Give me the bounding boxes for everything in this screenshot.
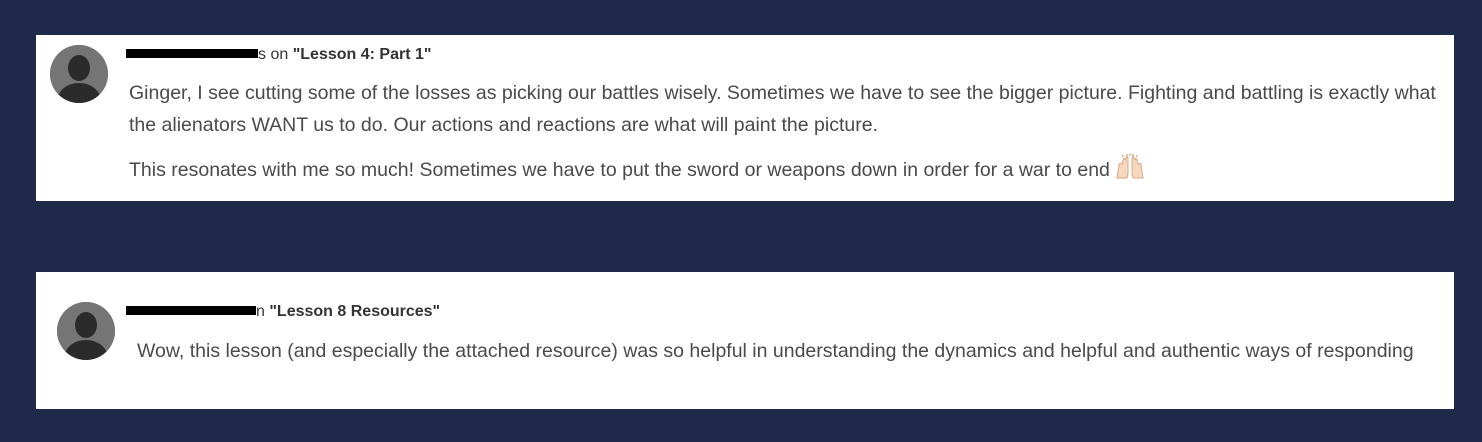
comment-paragraph: Ginger, I see cutting some of the losses… — [129, 82, 1436, 136]
lesson-link[interactable]: "Lesson 8 Resources" — [269, 303, 440, 320]
author-name-suffix: n — [256, 303, 270, 320]
comment-card: n "Lesson 8 Resources" Wow, this lesson … — [36, 272, 1454, 409]
author-name-suffix: s on — [258, 46, 293, 63]
avatar[interactable] — [57, 302, 115, 360]
user-silhouette-icon — [50, 45, 108, 103]
comment-header: n "Lesson 8 Resources" — [126, 302, 440, 322]
raising-hands-emoji-icon — [1114, 153, 1146, 190]
lesson-link[interactable]: "Lesson 4: Part 1" — [293, 46, 432, 63]
comment-header: s on "Lesson 4: Part 1" — [126, 45, 431, 65]
user-silhouette-icon — [57, 302, 115, 360]
comment-card: s on "Lesson 4: Part 1" Ginger, I see cu… — [36, 35, 1454, 201]
author-name-redacted[interactable] — [126, 49, 258, 59]
comment-paragraph: This resonates with me so much! Sometime… — [129, 153, 1447, 190]
comment-paragraph-text: This resonates with me so much! Sometime… — [129, 159, 1110, 181]
avatar[interactable] — [50, 45, 108, 103]
comment-paragraph: Wow, this lesson (and especially the att… — [137, 340, 1414, 362]
author-name-redacted[interactable] — [126, 306, 256, 316]
